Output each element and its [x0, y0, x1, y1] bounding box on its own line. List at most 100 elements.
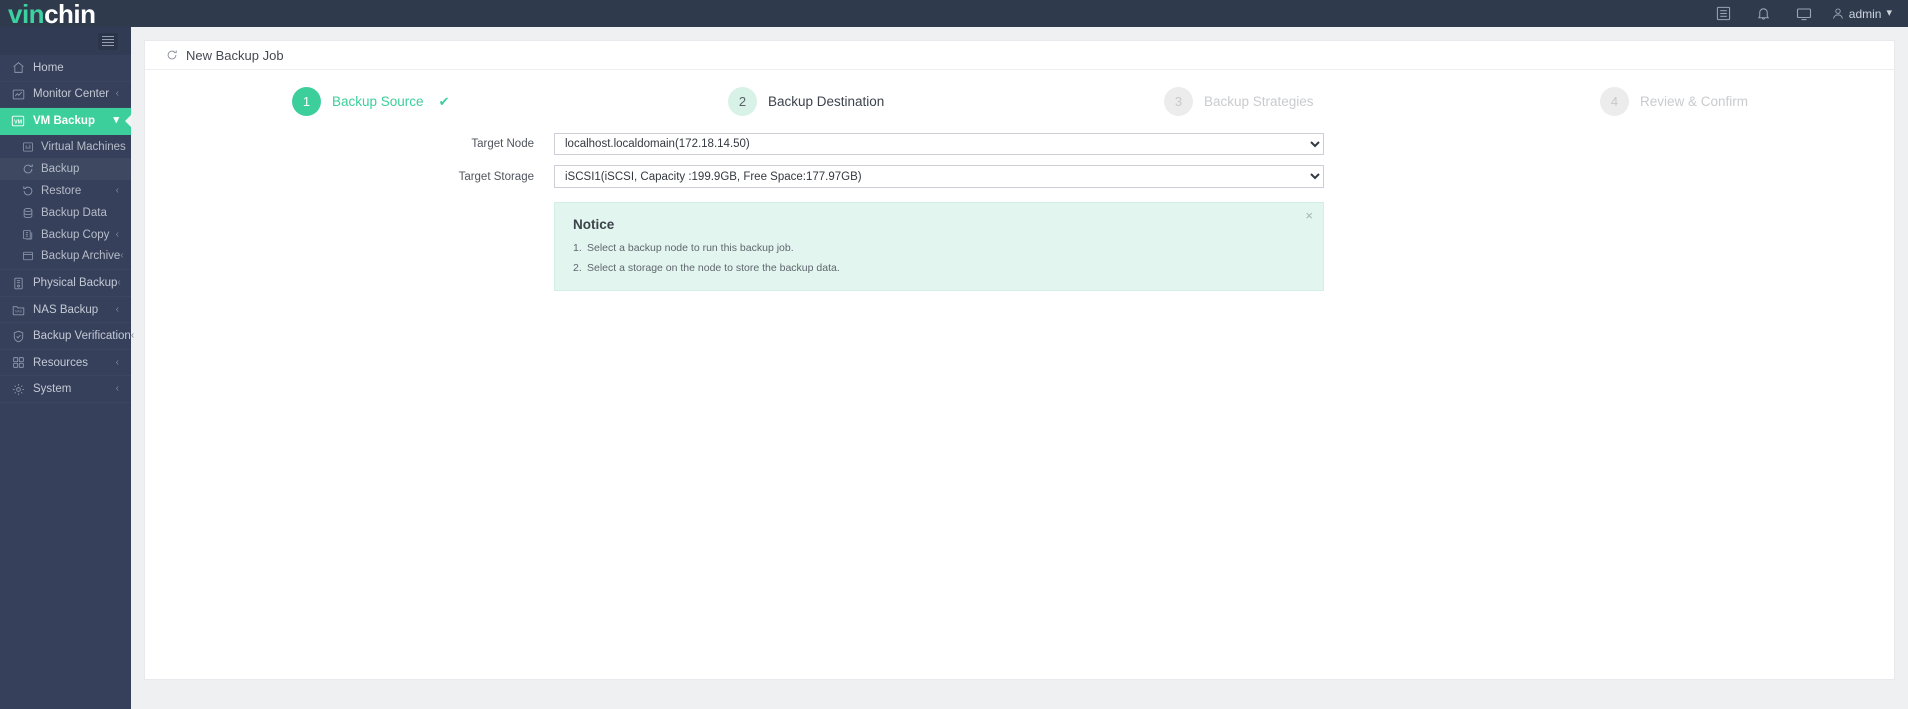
user-name: admin [1848, 6, 1882, 21]
sidebar-item-backup[interactable]: Backup [0, 158, 131, 181]
target-storage-label: Target Storage [458, 170, 534, 183]
step-review-confirm[interactable]: 4 Review & Confirm [1458, 87, 1894, 116]
notice-row: × Notice 1. Select a backup node to run … [145, 202, 1894, 291]
chevron-down-icon: ▾ [1886, 7, 1892, 20]
step-label: Backup Strategies [1204, 94, 1314, 109]
sidebar-item-label: Backup [41, 163, 80, 176]
sidebar-item-label: Backup Archive [41, 250, 121, 263]
sidebar-item-label: VM Backup [33, 114, 95, 127]
monitor-icon[interactable] [1784, 0, 1824, 27]
wizard-stepper: 1 Backup Source ✔ 2 Backup Destination 3… [145, 70, 1894, 130]
target-storage-row: Target Storage iSCSI1(iSCSI, Capacity :1… [145, 165, 1894, 188]
sidebar-item-resources[interactable]: Resources ‹ [0, 349, 131, 377]
step-label: Backup Destination [768, 94, 885, 109]
chevron-right-icon: ‹ [115, 228, 119, 240]
notice-item-number: 2. [573, 262, 582, 274]
top-bar: vinchin admin ▾ [0, 0, 1908, 27]
target-storage-control: iSCSI1(iSCSI, Capacity :199.9GB, Free Sp… [554, 165, 1324, 188]
sidebar-item-label: Backup Verification [33, 330, 131, 343]
sidebar-item-backup-archive[interactable]: Backup Archive ‹ [0, 245, 131, 268]
page-header: New Backup Job [145, 41, 1894, 70]
svg-text:VM: VM [14, 119, 23, 125]
copy-icon [20, 228, 35, 241]
sidebar-item-label: Restore [41, 184, 82, 197]
notice-item-number: 1. [573, 242, 582, 254]
database-icon [20, 206, 35, 219]
app-logo[interactable]: vinchin [0, 1, 160, 27]
sidebar-item-monitor-center[interactable]: Monitor Center ‹ [0, 81, 131, 108]
content-wrapper: New Backup Job 1 Backup Source ✔ 2 Backu… [131, 27, 1908, 709]
chevron-right-icon: ‹ [120, 250, 124, 262]
page-title: New Backup Job [186, 47, 284, 63]
notice-spacer [145, 202, 554, 291]
notice-list: 1. Select a backup node to run this back… [573, 242, 1305, 274]
page-card: New Backup Job 1 Backup Source ✔ 2 Backu… [144, 40, 1895, 680]
bell-icon[interactable] [1744, 0, 1784, 27]
sidebar-item-restore[interactable]: Restore ‹ [0, 180, 131, 202]
sidebar-item-backup-data[interactable]: Backup Data [0, 201, 131, 224]
main-content: New Backup Job 1 Backup Source ✔ 2 Backu… [131, 27, 1908, 709]
restore-icon [20, 184, 35, 197]
top-bar-actions: admin ▾ [1704, 0, 1908, 27]
gear-icon [10, 382, 26, 396]
nas-folder-icon: NAS [10, 303, 26, 317]
sidebar: Home Monitor Center ‹ VM VM Backup ▾ Vir… [0, 27, 135, 709]
step-label: Backup Source [332, 94, 424, 109]
sidebar-item-home[interactable]: Home [0, 55, 131, 82]
user-icon [1832, 7, 1844, 20]
check-icon: ✔ [438, 93, 450, 109]
backup-icon [20, 163, 35, 176]
sidebar-item-label: Backup Data [41, 206, 107, 219]
target-node-row: Target Node localhost.localdomain(172.18… [145, 133, 1894, 155]
svg-text:NAS: NAS [15, 309, 23, 313]
step-number: 3 [1164, 87, 1193, 116]
chevron-right-icon: ‹ [130, 330, 135, 342]
sidebar-item-label: Physical Backup [33, 277, 118, 290]
sidebar-item-label: Backup Copy [41, 228, 110, 241]
virtual-machines-icon [20, 141, 35, 154]
sidebar-item-label: Resources [33, 356, 88, 369]
sidebar-submenu-vm-backup: Virtual Machines Backup Restore ‹ Backup… [0, 135, 131, 271]
sidebar-item-system[interactable]: System ‹ [0, 376, 131, 403]
home-icon [10, 61, 26, 75]
grid-icon [10, 356, 26, 370]
step-label: Review & Confirm [1640, 94, 1749, 109]
notice-box: × Notice 1. Select a backup node to run … [554, 202, 1324, 291]
logo-text-chin: chin [44, 0, 96, 29]
notice-item-text: Select a backup node to run this backup … [587, 242, 794, 254]
sidebar-item-label: Monitor Center [33, 88, 110, 101]
sidebar-item-physical-backup[interactable]: Physical Backup ‹ [0, 270, 131, 297]
step-number: 4 [1600, 87, 1629, 116]
target-node-select[interactable]: localhost.localdomain(172.18.14.50) [554, 133, 1324, 155]
sidebar-item-backup-copy[interactable]: Backup Copy ‹ [0, 223, 131, 246]
target-node-control: localhost.localdomain(172.18.14.50) [554, 133, 1324, 155]
sidebar-toggle-bar [0, 27, 131, 55]
sidebar-item-backup-verification[interactable]: Backup Verification ‹ [0, 323, 135, 350]
sidebar-item-label: NAS Backup [33, 303, 99, 316]
target-storage-select[interactable]: iSCSI1(iSCSI, Capacity :199.9GB, Free Sp… [554, 165, 1324, 188]
close-icon[interactable]: × [1305, 209, 1313, 222]
vm-icon: VM [10, 114, 26, 128]
list-item: 1. Select a backup node to run this back… [573, 242, 1305, 254]
sidebar-item-label: Home [33, 61, 64, 74]
notice-item-text: Select a storage on the node to store th… [587, 262, 840, 274]
step-backup-strategies[interactable]: 3 Backup Strategies [1022, 87, 1458, 116]
user-menu[interactable]: admin ▾ [1824, 0, 1892, 27]
chevron-right-icon: ‹ [115, 383, 119, 395]
sidebar-item-vm-backup[interactable]: VM VM Backup ▾ [0, 108, 131, 135]
chevron-right-icon: ‹ [115, 184, 119, 196]
logo-text-vin: vin [8, 0, 45, 29]
sidebar-item-virtual-machines[interactable]: Virtual Machines [0, 136, 131, 159]
archive-icon [20, 250, 35, 263]
sidebar-item-nas-backup[interactable]: NAS NAS Backup ‹ [0, 296, 131, 324]
step-backup-source[interactable]: 1 Backup Source ✔ [145, 87, 586, 116]
monitor-center-icon [10, 87, 26, 101]
step-backup-destination[interactable]: 2 Backup Destination [586, 87, 1022, 116]
list-icon[interactable] [1704, 0, 1744, 27]
target-node-label: Target Node [471, 138, 534, 150]
refresh-icon[interactable] [166, 49, 178, 61]
list-item: 2. Select a storage on the node to store… [573, 262, 1305, 274]
step-number: 2 [728, 87, 757, 116]
backup-destination-form: Target Node localhost.localdomain(172.18… [145, 130, 1894, 291]
menu-icon[interactable] [98, 32, 118, 50]
